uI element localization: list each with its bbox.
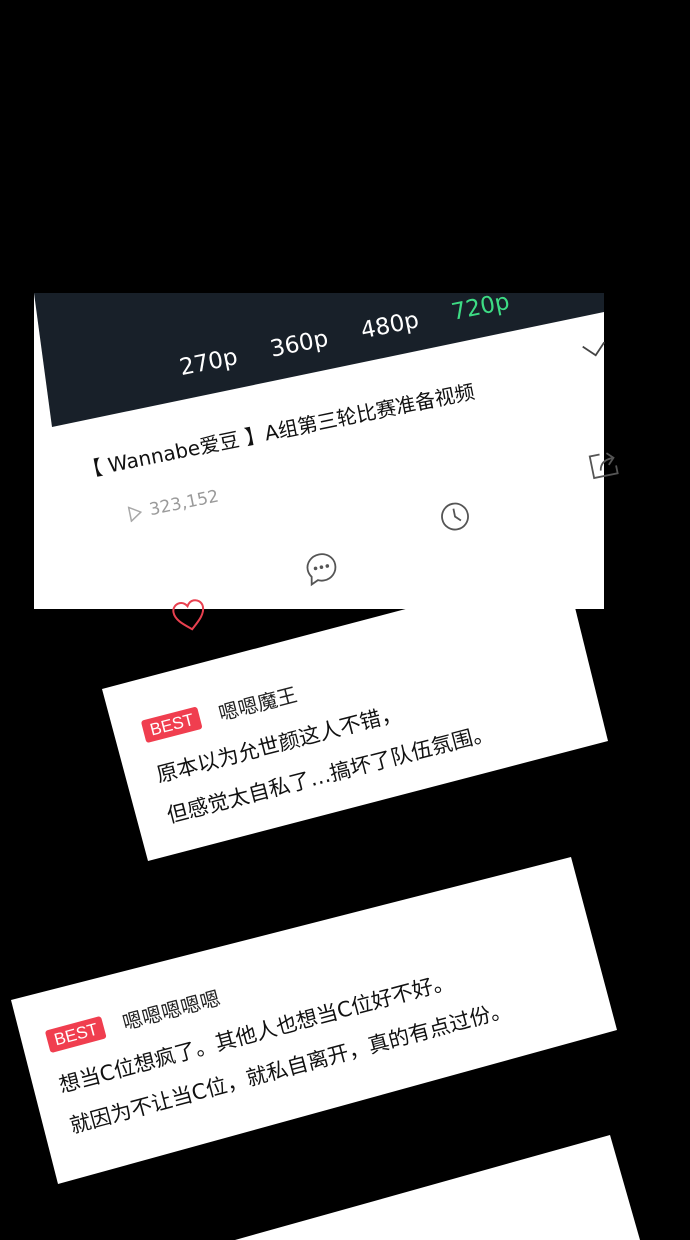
comic-canvas: 270p 360p 480p 720p 【 Wannabe爱豆 】A组第三轮比赛…	[0, 0, 690, 1240]
comment-card-3	[0, 0, 690, 1240]
comment-card-background	[235, 1135, 640, 1240]
